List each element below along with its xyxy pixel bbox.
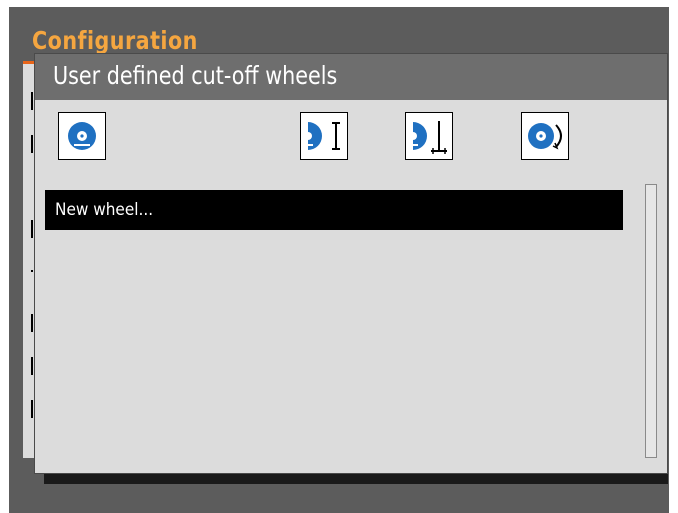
dialog-title: User defined cut-off wheels <box>53 61 338 90</box>
background-marker <box>31 400 33 418</box>
wheel-depth-icon <box>408 121 447 154</box>
background-marker <box>31 357 33 375</box>
background-marker <box>31 220 33 238</box>
list-scrollbar[interactable] <box>645 184 657 458</box>
wheel-rotation-icon <box>528 123 562 150</box>
wheel-thickness-button[interactable] <box>300 112 348 160</box>
wheel-icon <box>68 122 96 150</box>
list-item-label: New wheel... <box>55 200 154 220</box>
list-item-new-wheel[interactable]: New wheel... <box>45 190 623 230</box>
background-marker <box>31 135 33 153</box>
cut-off-wheels-dialog: User defined cut-off wheels New wheel... <box>34 53 668 474</box>
wheel-button[interactable] <box>58 112 106 160</box>
wheel-thickness-icon <box>303 122 340 150</box>
dialog-shadow <box>44 474 668 484</box>
page-title: Configuration <box>32 26 198 55</box>
wheel-depth-button[interactable] <box>405 112 453 160</box>
background-marker <box>31 270 33 272</box>
background-marker <box>31 314 33 332</box>
background-marker <box>31 92 33 110</box>
dialog-title-bar: User defined cut-off wheels <box>35 54 667 100</box>
wheel-list: New wheel... <box>45 190 623 230</box>
wheel-rotation-button[interactable] <box>521 112 569 160</box>
